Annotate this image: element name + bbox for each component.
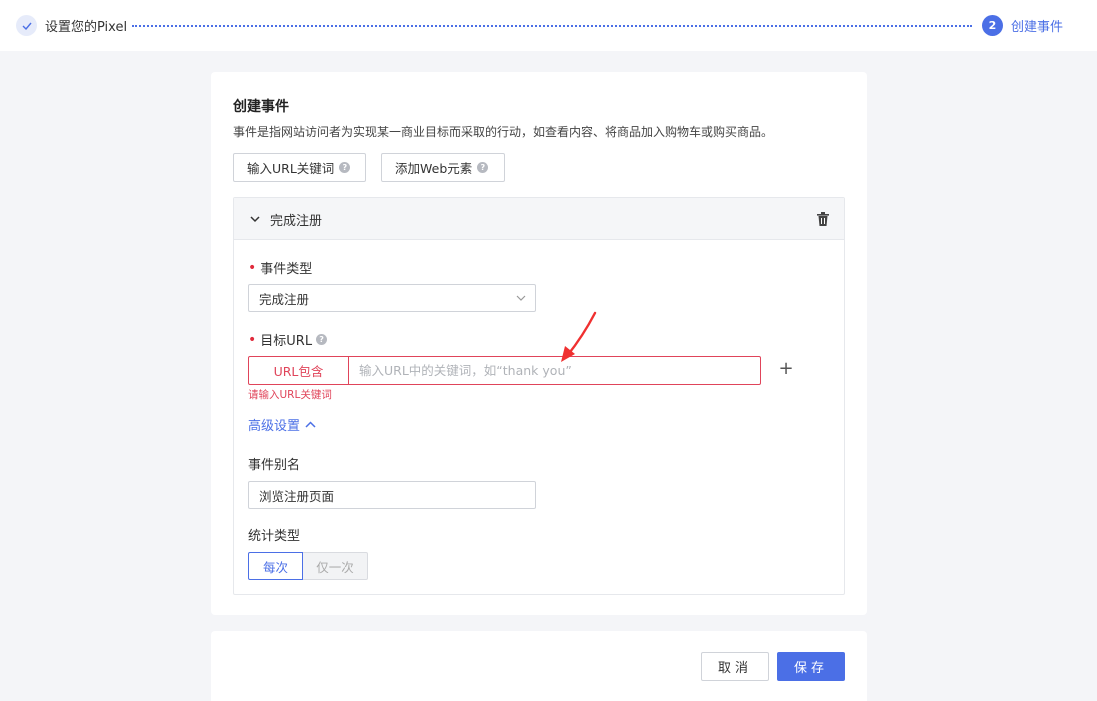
step-create-event[interactable]: 2 创建事件 <box>982 15 1063 36</box>
event-panel: 完成注册 • 事件类型 完成注册 • 目标URL ? URL包含 + <box>233 197 845 595</box>
help-icon[interactable]: ? <box>316 334 328 345</box>
add-url-icon[interactable]: + <box>778 360 794 378</box>
count-type-once[interactable]: 仅一次 <box>303 552 368 580</box>
url-keyword-button[interactable]: 输入URL关键词 ? <box>233 153 366 182</box>
chevron-up-icon <box>305 420 316 428</box>
target-url-label-text: 目标URL <box>260 334 313 349</box>
event-type-value: 完成注册 <box>259 291 310 307</box>
chevron-down-icon[interactable] <box>248 212 262 226</box>
create-event-card: 创建事件 事件是指网站访问者为实现某一商业目标而采取的行动，如查看内容、将商品加… <box>211 72 867 615</box>
web-element-button-label: 添加Web元素 <box>395 161 473 176</box>
advanced-settings-toggle[interactable]: 高级设置 <box>248 415 316 434</box>
required-marker: • <box>248 259 257 276</box>
url-keyword-input[interactable] <box>349 357 760 384</box>
event-panel-title: 完成注册 <box>270 214 323 229</box>
url-keyword-button-label: 输入URL关键词 <box>247 161 335 176</box>
help-icon[interactable]: ? <box>339 162 351 173</box>
check-icon <box>16 15 37 36</box>
card-title: 创建事件 <box>233 99 289 115</box>
stepper: 设置您的Pixel 2 创建事件 <box>0 0 1097 51</box>
count-type-label: 统计类型 <box>248 529 301 544</box>
trash-icon[interactable] <box>816 211 830 227</box>
count-type-every-time[interactable]: 每次 <box>248 552 303 580</box>
web-element-button[interactable]: 添加Web元素 ? <box>381 153 505 182</box>
step-setup-pixel[interactable]: 设置您的Pixel <box>16 15 127 36</box>
step-label: 设置您的Pixel <box>45 20 128 35</box>
url-match-select[interactable]: URL包含 <box>249 357 349 384</box>
save-button[interactable]: 保存 <box>777 652 845 681</box>
event-type-label: • 事件类型 <box>248 258 313 278</box>
event-alias-label: 事件别名 <box>248 458 301 473</box>
footer-card: 取消 保存 <box>211 631 867 701</box>
step-connector <box>132 25 972 27</box>
event-alias-input[interactable] <box>248 481 536 509</box>
step-label: 创建事件 <box>1011 20 1064 35</box>
card-description: 事件是指网站访问者为实现某一商业目标而采取的行动，如查看内容、将商品加入购物车或… <box>233 125 774 139</box>
target-url-label: • 目标URL ? <box>248 330 328 349</box>
chevron-down-icon <box>516 295 526 301</box>
event-type-select[interactable]: 完成注册 <box>248 284 536 312</box>
help-icon[interactable]: ? <box>477 162 489 173</box>
event-type-label-text: 事件类型 <box>260 262 313 277</box>
step-number: 2 <box>982 15 1003 36</box>
advanced-settings-label: 高级设置 <box>248 419 301 434</box>
required-marker: • <box>248 331 257 348</box>
url-error-message: 请输入URL关键词 <box>248 389 332 401</box>
event-panel-header[interactable]: 完成注册 <box>234 198 844 240</box>
target-url-field: URL包含 <box>248 356 761 385</box>
cancel-button[interactable]: 取消 <box>701 652 769 681</box>
